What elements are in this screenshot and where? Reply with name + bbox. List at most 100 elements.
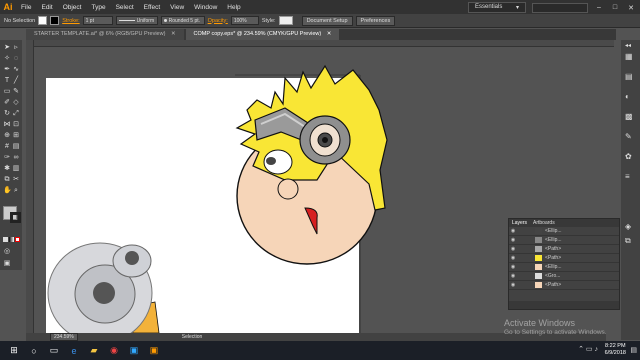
eye-icon[interactable]: ◉ <box>509 273 517 279</box>
direct-selection-tool-icon[interactable]: ▹ <box>12 44 20 52</box>
start-icon[interactable]: ⊞ <box>6 344 22 358</box>
artboard-tool-icon[interactable]: ⧉ <box>3 176 11 184</box>
shape-builder-icon[interactable]: ⊕ <box>3 132 11 140</box>
eye-icon[interactable]: ◉ <box>509 264 517 270</box>
swatches-panel-icon[interactable]: ▩ <box>625 112 633 121</box>
menu-edit[interactable]: Edit <box>36 4 57 11</box>
layer-row[interactable]: ◉ <Gro... <box>509 272 619 281</box>
eye-icon[interactable]: ◉ <box>509 228 517 234</box>
hand-tool-icon[interactable]: ✋ <box>3 187 12 195</box>
bird-character[interactable] <box>47 242 160 333</box>
opacity-field[interactable]: 100% <box>230 16 259 25</box>
file-explorer-icon[interactable]: ▰ <box>86 344 102 358</box>
eye-icon[interactable]: ◉ <box>509 237 517 243</box>
color-panel-icon[interactable]: ◐ <box>625 92 630 101</box>
line-tool-icon[interactable]: ╱ <box>12 77 20 85</box>
stroke-color-icon[interactable] <box>10 212 21 223</box>
draw-mode-icon[interactable]: ◎ <box>3 248 11 256</box>
color-mode-icon[interactable] <box>3 237 8 242</box>
symbols-panel-icon[interactable]: ✿ <box>625 152 632 161</box>
tab-layers[interactable]: Layers <box>512 220 527 226</box>
panel-collapse-icon[interactable]: ◂◂ <box>625 42 631 49</box>
shaper-tool-icon[interactable]: ✐ <box>3 99 11 107</box>
opacity-label[interactable]: Opacity: <box>208 18 228 24</box>
layer-row[interactable]: ◉ <Ellip... <box>509 236 619 245</box>
stroke-profile-select[interactable]: Uniform <box>115 16 158 25</box>
graph-tool-icon[interactable]: ▥ <box>12 165 20 173</box>
artboards-panel-icon[interactable]: ⧉ <box>625 236 631 246</box>
taskbar-clock[interactable]: 8:22 PM 6/9/2018 <box>605 343 626 357</box>
slice-tool-icon[interactable]: ✂ <box>12 176 20 184</box>
fill-swatch[interactable] <box>38 16 48 25</box>
eye-icon[interactable]: ◉ <box>509 255 517 261</box>
preferences-button[interactable]: Preferences <box>355 15 396 26</box>
photoshop-icon[interactable]: ▣ <box>126 344 142 358</box>
menu-object[interactable]: Object <box>58 4 87 11</box>
rectangle-tool-icon[interactable]: ▭ <box>3 88 11 96</box>
edge-icon[interactable]: e <box>66 344 82 358</box>
menu-file[interactable]: File <box>16 4 36 11</box>
close-icon[interactable]: ✕ <box>171 31 176 37</box>
document-setup-button[interactable]: Document Setup <box>301 15 353 26</box>
tab-starter-template[interactable]: STARTER TEMPLATE.ai* @ 6% (RGB/GPU Previ… <box>26 29 184 40</box>
layers-panel-icon[interactable]: ◈ <box>625 222 631 231</box>
scale-tool-icon[interactable]: ⤢ <box>12 110 20 118</box>
blend-tool-icon[interactable]: ∞ <box>12 154 20 162</box>
task-view-icon[interactable]: ▭ <box>46 344 62 358</box>
menu-select[interactable]: Select <box>111 4 139 11</box>
maximize-button[interactable]: □ <box>610 4 620 11</box>
stroke-weight-field[interactable]: 1 pt <box>82 16 113 25</box>
tab-artboards[interactable]: Artboards <box>533 220 555 226</box>
selection-tool-icon[interactable]: ➤ <box>3 44 11 52</box>
close-icon[interactable]: ✕ <box>327 31 332 37</box>
stroke-label[interactable]: Stroke: <box>62 18 79 24</box>
cortana-icon[interactable]: ○ <box>26 344 42 358</box>
layer-row[interactable]: ◉ <Ellip... <box>509 227 619 236</box>
layer-row[interactable]: ◉ <Path> <box>509 245 619 254</box>
horizontal-ruler[interactable] <box>34 40 614 47</box>
tab-comp-copy[interactable]: COMP copy.eps* @ 234.59% (CMYK/GPU Previ… <box>185 29 340 40</box>
illustrator-taskbar-icon[interactable]: ▣ <box>146 344 162 358</box>
menu-help[interactable]: Help <box>222 4 245 11</box>
notifications-icon[interactable]: ▤ <box>630 346 637 354</box>
close-button[interactable]: ✕ <box>626 4 636 12</box>
brush-select[interactable]: Rounded 5 pt. <box>160 16 205 25</box>
paintbrush-icon[interactable]: ✎ <box>12 88 20 96</box>
eye-icon[interactable]: ◉ <box>509 246 517 252</box>
pen-tool-icon[interactable]: ✒ <box>3 66 11 74</box>
brushes-panel-icon[interactable]: ✎ <box>625 132 632 141</box>
zoom-tool-icon[interactable]: ⌕ <box>12 187 20 195</box>
eraser-icon[interactable]: ◇ <box>12 99 20 107</box>
gradient-tool-icon[interactable]: ▤ <box>12 143 20 151</box>
free-transform-icon[interactable]: ⊡ <box>12 121 20 129</box>
mesh-tool-icon[interactable]: # <box>3 143 11 151</box>
system-tray-icons[interactable]: ⌃ ▭ ♪ <box>578 345 598 353</box>
minimize-button[interactable]: – <box>594 4 604 11</box>
symbol-sprayer-icon[interactable]: ✱ <box>3 165 11 173</box>
lasso-icon[interactable]: ◌ <box>12 55 20 63</box>
gradient-mode-icon[interactable] <box>9 237 14 242</box>
screen-mode-icon[interactable]: ▣ <box>3 260 11 268</box>
search-input[interactable] <box>532 2 588 13</box>
layer-row[interactable]: ◉ <Ellip... <box>509 263 619 272</box>
libraries-panel-icon[interactable]: ▤ <box>625 72 633 81</box>
properties-panel-icon[interactable]: ▦ <box>625 52 633 61</box>
menu-type[interactable]: Type <box>86 4 110 11</box>
menu-view[interactable]: View <box>165 4 189 11</box>
width-tool-icon[interactable]: ⋈ <box>3 121 11 129</box>
style-swatch[interactable] <box>278 16 293 25</box>
eyedropper-icon[interactable]: ✑ <box>3 154 11 162</box>
menu-window[interactable]: Window <box>189 4 222 11</box>
type-tool-icon[interactable]: T <box>3 77 11 85</box>
layer-row[interactable]: ◉ <Path> <box>509 254 619 263</box>
none-mode-icon[interactable] <box>15 237 20 242</box>
magic-wand-icon[interactable]: ✧ <box>3 55 11 63</box>
stroke-panel-icon[interactable]: ≡ <box>625 172 630 181</box>
layer-row[interactable]: ◉ <Path> <box>509 281 619 290</box>
curvature-tool-icon[interactable]: ∿ <box>12 66 20 74</box>
vertical-ruler[interactable] <box>26 40 34 340</box>
rotate-tool-icon[interactable]: ↻ <box>3 110 11 118</box>
chrome-icon[interactable]: ◉ <box>106 344 122 358</box>
zoom-field[interactable]: 234.59% <box>50 333 78 341</box>
perspective-grid-icon[interactable]: ⊞ <box>12 132 20 140</box>
